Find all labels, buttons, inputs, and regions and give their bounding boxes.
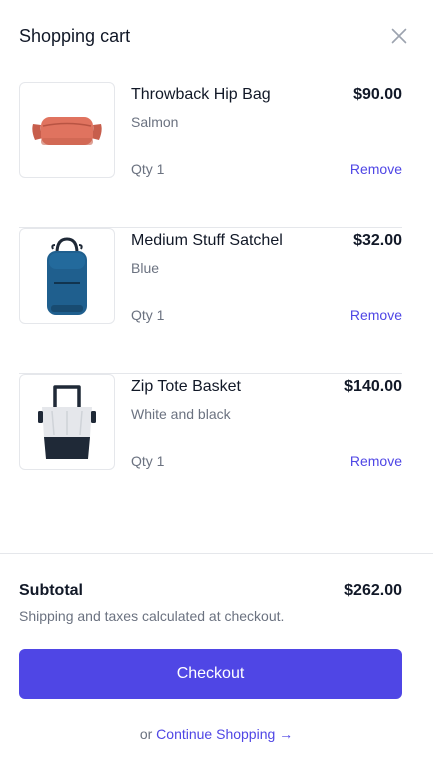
cart-title: Shopping cart	[19, 26, 131, 46]
continue-shopping-label: Continue Shopping	[156, 726, 276, 742]
product-thumbnail[interactable]	[19, 228, 115, 324]
checkout-button[interactable]: Checkout	[19, 649, 402, 699]
cart-item: Zip Tote Basket $140.00 White and black …	[19, 374, 402, 519]
continue-shopping-link[interactable]: Continue Shopping →	[156, 726, 293, 742]
close-button[interactable]	[387, 24, 411, 48]
product-quantity: Qty 1	[131, 307, 165, 323]
product-thumbnail[interactable]	[19, 374, 115, 470]
continue-shopping-row: or Continue Shopping →	[0, 726, 433, 742]
remove-button[interactable]: Remove	[350, 307, 402, 323]
tote-basket-image	[38, 385, 96, 459]
product-price: $90.00	[353, 86, 402, 103]
cart-header: Shopping cart	[19, 22, 411, 52]
close-icon	[391, 28, 407, 44]
arrow-right-icon: →	[279, 726, 294, 742]
product-name[interactable]: Throwback Hip Bag	[131, 86, 271, 104]
product-variant: White and black	[131, 406, 231, 422]
shopping-cart-panel: Shopping cart Throwback Hip Bag $90.00 S…	[0, 0, 433, 759]
product-quantity: Qty 1	[131, 453, 165, 469]
remove-button[interactable]: Remove	[350, 161, 402, 177]
shipping-note: Shipping and taxes calculated at checkou…	[19, 608, 285, 624]
cart-items-list: Throwback Hip Bag $90.00 Salmon Qty 1 Re…	[19, 82, 402, 519]
product-variant: Salmon	[131, 114, 179, 130]
cart-footer: Subtotal $262.00 Shipping and taxes calc…	[0, 553, 433, 742]
hip-bag-image	[32, 117, 102, 145]
product-name[interactable]: Medium Stuff Satchel	[131, 232, 283, 250]
product-variant: Blue	[131, 260, 160, 276]
subtotal-value: $262.00	[344, 582, 402, 599]
product-price: $32.00	[353, 232, 402, 249]
product-price: $140.00	[344, 378, 402, 395]
product-name[interactable]: Zip Tote Basket	[131, 378, 241, 396]
product-thumbnail[interactable]	[19, 82, 115, 178]
cart-item: Medium Stuff Satchel $32.00 Blue Qty 1 R…	[19, 228, 402, 374]
satchel-backpack-image	[47, 237, 87, 315]
product-quantity: Qty 1	[131, 161, 165, 177]
subtotal-label: Subtotal	[19, 582, 83, 599]
remove-button[interactable]: Remove	[350, 453, 402, 469]
continue-prefix: or	[139, 726, 153, 742]
cart-item: Throwback Hip Bag $90.00 Salmon Qty 1 Re…	[19, 82, 402, 228]
